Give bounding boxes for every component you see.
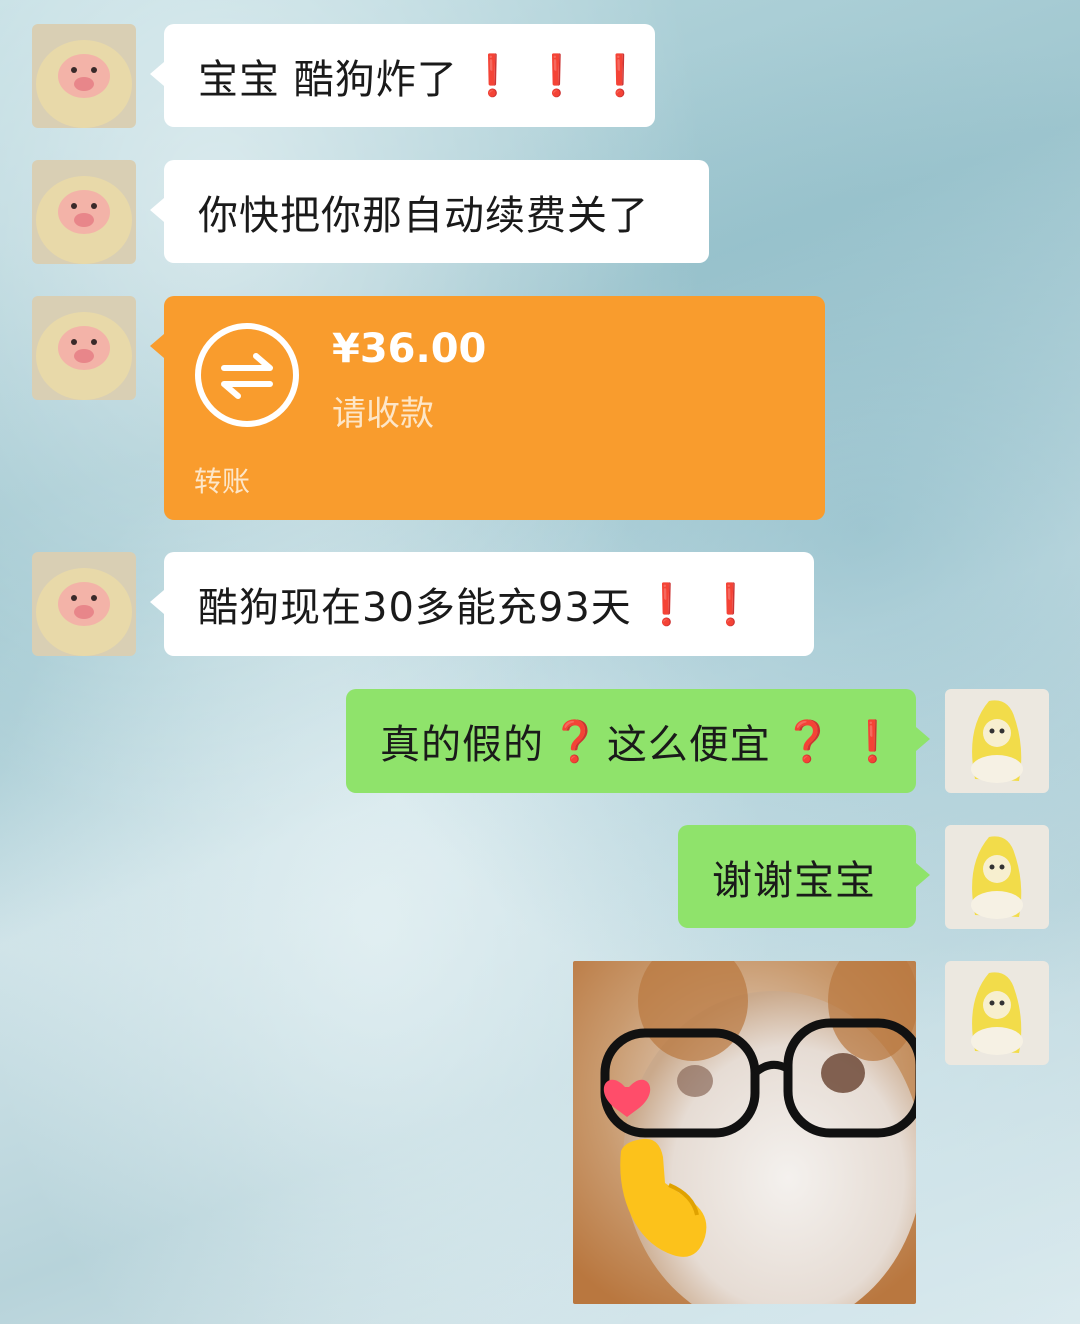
message-text: 你快把你那自动续费关了 — [198, 192, 649, 239]
pig-plush-avatar-icon — [32, 552, 136, 656]
banana-plush-avatar-icon — [945, 825, 1049, 929]
question-emoji: ❓ — [782, 718, 834, 765]
self-avatar[interactable] — [945, 689, 1049, 793]
pig-plush-avatar-icon — [32, 24, 136, 128]
exclamation-emoji: ❗ — [847, 718, 899, 765]
transfer-amount: ¥36.00 — [332, 326, 487, 372]
banana-plush-avatar-icon — [945, 961, 1049, 1065]
transfer-label: 转账 — [194, 465, 251, 498]
bubble-tail — [150, 590, 164, 614]
message-bubble-sent[interactable]: 真的假的 ❓ 这么便宜 ❓ ❗ — [346, 689, 930, 793]
exclamation-emoji: ❗❗❗ — [467, 53, 660, 99]
message-bubble-sent[interactable]: 谢谢宝宝 — [678, 825, 930, 928]
bubble-tail — [916, 727, 930, 751]
pig-plush-avatar-icon — [32, 160, 136, 264]
sticker-image[interactable] — [573, 961, 916, 1304]
transfer-status: 请收款 — [332, 394, 434, 434]
self-avatar[interactable] — [945, 825, 1049, 929]
message-text: 宝宝 酷狗炸了 — [198, 56, 458, 103]
cat-with-glasses-heart-sticker-icon — [573, 961, 916, 1304]
contact-avatar[interactable] — [32, 160, 136, 264]
bubble-tail — [150, 198, 164, 222]
message-bubble-received[interactable]: 宝宝 酷狗炸了 ❗❗❗ — [150, 24, 655, 127]
bubble-tail — [150, 334, 164, 358]
exchange-arrows-icon — [195, 323, 299, 427]
message-bubble-received[interactable]: 你快把你那自动续费关了 — [150, 160, 709, 263]
exclamation-emoji: ❗❗ — [641, 581, 770, 628]
message-text: 酷狗现在30多能充93天 — [198, 585, 632, 631]
question-emoji: ❓ — [550, 718, 601, 765]
transfer-card[interactable]: ¥36.00 请收款 转账 — [150, 296, 825, 520]
message-text: 真的假的 — [380, 722, 544, 768]
message-text-continued: 这么便宜 — [606, 722, 771, 768]
bubble-tail — [150, 62, 164, 86]
bubble-tail — [916, 863, 930, 887]
message-text: 谢谢宝宝 — [712, 857, 876, 904]
message-bubble-received[interactable]: 酷狗现在30多能充93天 ❗❗ — [150, 552, 814, 656]
contact-avatar[interactable] — [32, 296, 136, 400]
banana-plush-avatar-icon — [945, 689, 1049, 793]
pig-plush-avatar-icon — [32, 296, 136, 400]
contact-avatar[interactable] — [32, 24, 136, 128]
contact-avatar[interactable] — [32, 552, 136, 656]
self-avatar[interactable] — [945, 961, 1049, 1065]
